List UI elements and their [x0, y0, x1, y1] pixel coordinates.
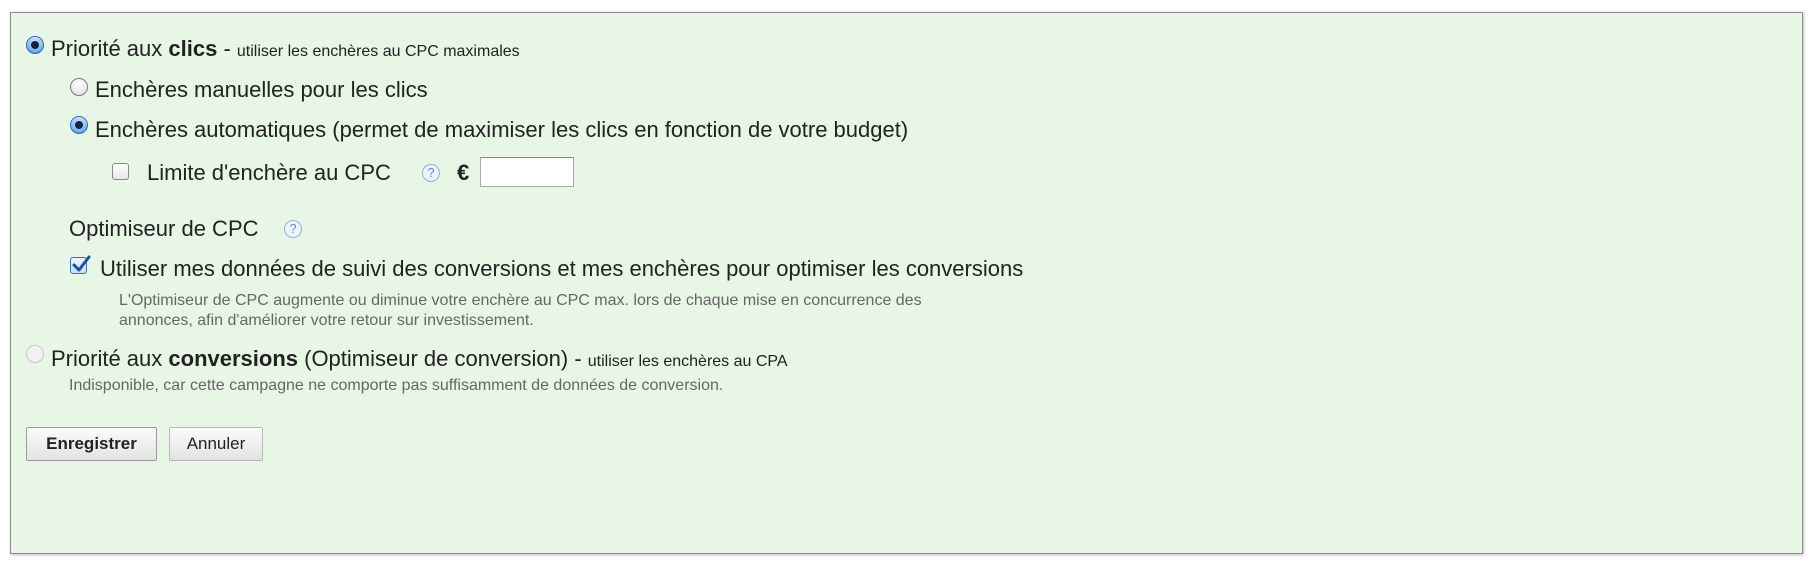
optimizer-description-line2: annonces, afin d'améliorer votre retour …	[119, 312, 534, 329]
conversions-unavailable-note: Indisponible, car cette campagne ne comp…	[69, 377, 724, 394]
cpc-limit-help-icon[interactable]: ?	[422, 164, 440, 182]
priority-conversions-subtext: utiliser les enchères au CPA	[587, 353, 788, 370]
radio-priority-conversions[interactable]	[26, 345, 44, 363]
cpc-limit-checkbox[interactable]	[112, 163, 129, 180]
priority-clicks-subtext: utiliser les enchères au CPC maximales	[236, 43, 520, 60]
priority-clicks-suffix: -	[217, 36, 237, 61]
radio-priority-clicks[interactable]	[26, 36, 44, 54]
priority-conversions-bold: conversions	[168, 346, 298, 371]
priority-conversions-suffix: (Optimiseur de conversion) -	[298, 346, 588, 371]
cpc-optimizer-title: Optimiseur de CPC	[69, 216, 259, 241]
label-priority-clicks[interactable]: Priorité aux clics - utiliser les enchèr…	[51, 36, 520, 62]
cpc-optimizer-help-icon[interactable]: ?	[284, 220, 302, 238]
optimizer-description-line1: L'Optimiseur de CPC augmente ou diminue …	[119, 292, 922, 309]
optimizer-checkbox-label[interactable]: Utiliser mes données de suivi des conver…	[100, 256, 1023, 282]
label-automatic-bidding[interactable]: Enchères automatiques (permet de maximis…	[95, 117, 908, 143]
optimizer-checkbox[interactable]	[70, 255, 91, 274]
checkmark-icon	[72, 255, 91, 272]
radio-automatic-bidding[interactable]	[70, 116, 88, 134]
label-priority-conversions[interactable]: Priorité aux conversions (Optimiseur de …	[51, 346, 788, 372]
label-manual-bidding[interactable]: Enchères manuelles pour les clics	[95, 77, 428, 103]
save-button[interactable]: Enregistrer	[26, 427, 157, 461]
cancel-button[interactable]: Annuler	[169, 427, 263, 461]
priority-conversions-prefix: Priorité aux	[51, 346, 169, 371]
cpc-limit-label[interactable]: Limite d'enchère au CPC	[147, 160, 391, 186]
priority-clicks-bold: clics	[168, 36, 218, 61]
priority-clicks-prefix: Priorité aux	[51, 36, 169, 61]
radio-manual-bidding[interactable]	[70, 78, 88, 96]
currency-symbol: €	[457, 160, 470, 185]
cpc-limit-input[interactable]	[480, 157, 574, 187]
bidding-options-panel: Priorité aux clics - utiliser les enchèr…	[10, 12, 1803, 554]
